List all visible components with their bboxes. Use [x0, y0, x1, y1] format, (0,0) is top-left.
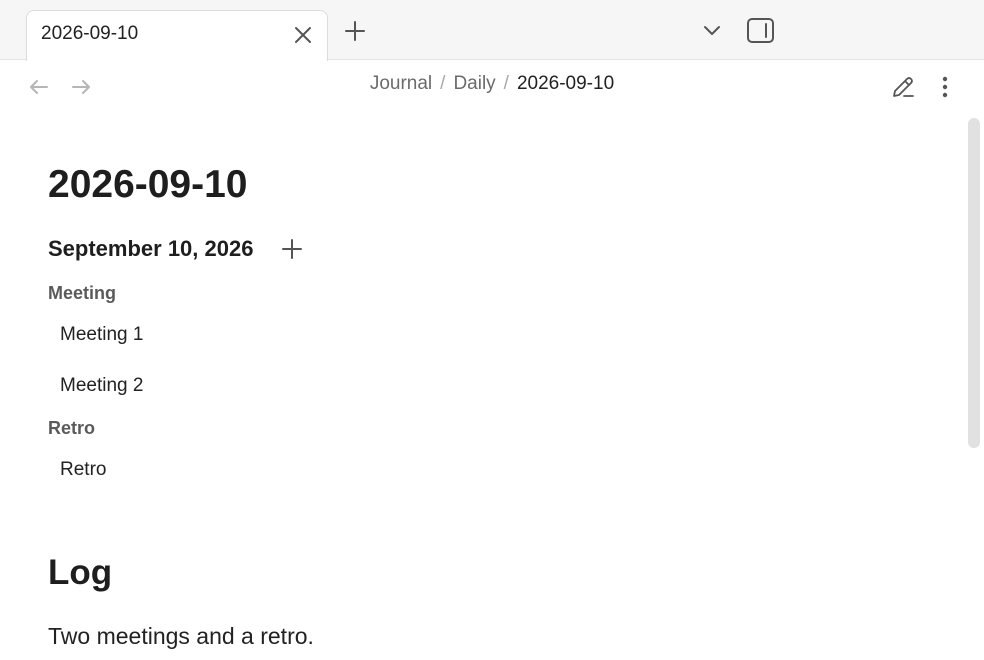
log-text: Two meetings and a retro. — [48, 623, 314, 649]
more-vertical-icon[interactable] — [934, 75, 956, 99]
group-label-retro: Retro — [48, 418, 96, 438]
group-label-meeting: Meeting — [48, 283, 117, 303]
log-heading: Log — [48, 553, 113, 592]
page-title: 2026-09-10 — [48, 163, 248, 206]
close-icon[interactable] — [293, 25, 313, 45]
breadcrumb-current: 2026-09-10 — [516, 73, 615, 94]
tab-title: 2026-09-10 — [41, 23, 139, 44]
nav-bar: Journal / Daily / 2026-09-10 — [0, 61, 984, 113]
tab-bar: 2026-09-10 — [0, 0, 984, 61]
tab-active[interactable]: 2026-09-10 — [26, 10, 328, 61]
list-item[interactable]: Meeting 2 — [60, 375, 143, 397]
breadcrumb-journal[interactable]: Journal — [370, 73, 432, 94]
breadcrumb-separator: / — [440, 73, 446, 94]
breadcrumb: Journal / Daily / 2026-09-10 — [0, 73, 984, 95]
pencil-icon[interactable] — [890, 74, 916, 100]
scrollbar-thumb[interactable] — [968, 118, 980, 448]
list-item[interactable]: Meeting 1 — [60, 324, 143, 346]
date-heading: September 10, 2026 — [48, 236, 254, 261]
chevron-down-icon[interactable] — [702, 22, 722, 40]
breadcrumb-daily[interactable]: Daily — [453, 73, 495, 94]
plus-icon[interactable] — [344, 20, 366, 42]
sidebar-right-icon[interactable] — [746, 17, 775, 44]
plus-icon[interactable] — [280, 237, 304, 261]
breadcrumb-separator: / — [503, 73, 509, 94]
list-item[interactable]: Retro — [60, 459, 106, 481]
